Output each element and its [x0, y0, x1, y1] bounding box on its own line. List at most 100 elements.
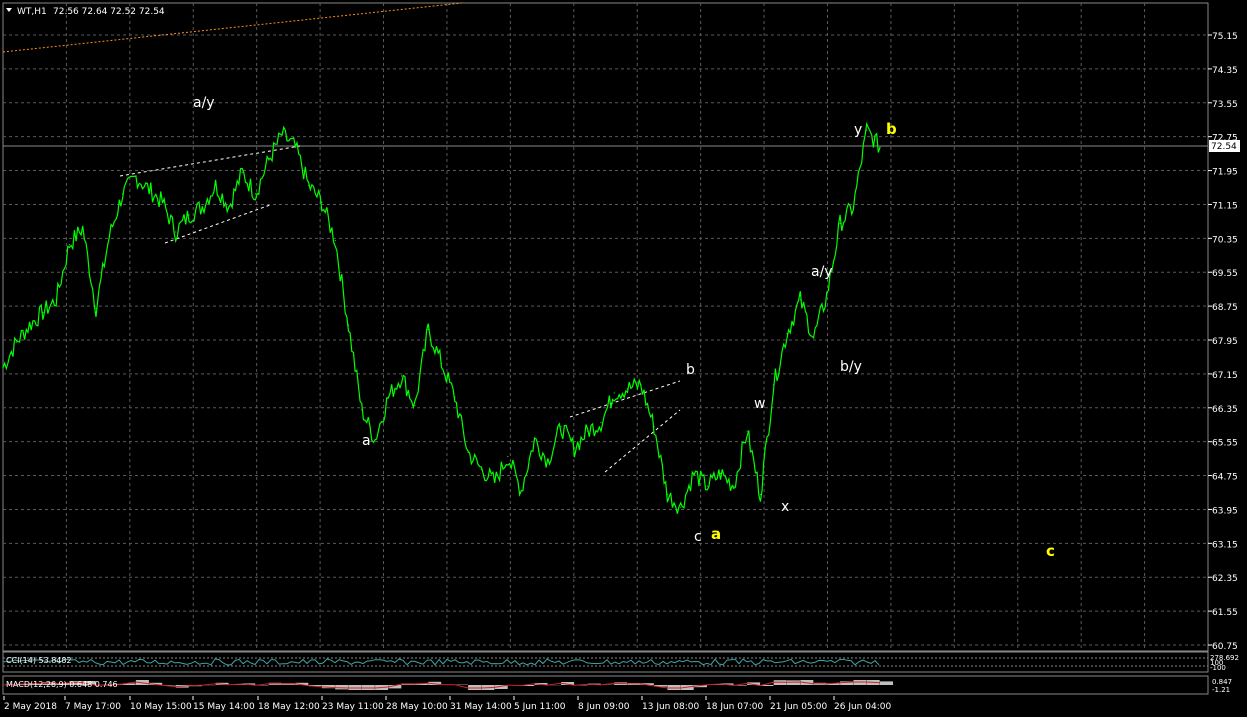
price-point: [161, 201, 164, 203]
price-point: [520, 489, 522, 491]
time-tick-label: 2 May 2018: [4, 702, 57, 712]
price-point: [215, 184, 217, 186]
price-point: [693, 472, 695, 474]
time-tick-label: 7 May 17:00: [65, 702, 121, 712]
price-point: [175, 231, 177, 233]
price-chart[interactable]: WT,H1 72.56 72.64 72.52 72.54 a/y a b c …: [0, 0, 1247, 717]
price-point: [733, 485, 735, 487]
price-point: [467, 451, 469, 453]
time-tick-label: 10 May 15:00: [130, 702, 192, 712]
price-point: [42, 311, 44, 314]
price-point: [122, 193, 124, 195]
price-point: [560, 426, 562, 428]
macd-window: MACD(12,26,9) 0.648 0.746 0.847 -1.21: [2, 675, 1232, 695]
price-point: [454, 396, 456, 398]
price-point: [480, 468, 482, 470]
price-point: [786, 333, 788, 335]
price-tick-label: 63.15: [1212, 540, 1238, 550]
price-point: [813, 337, 815, 339]
wave-label-a-y-2[interactable]: a/y: [811, 264, 833, 280]
price-tick-label: 71.15: [1212, 201, 1238, 211]
price-point: [281, 133, 283, 136]
wave-label-b-1[interactable]: b: [686, 362, 695, 378]
price-point: [321, 201, 323, 203]
price-point: [494, 481, 496, 483]
price-point: [201, 206, 203, 208]
wave-label-a-y-1[interactable]: a/y: [193, 95, 215, 111]
price-point: [29, 324, 31, 326]
price-point: [719, 472, 722, 474]
time-tick-label: 13 Jun 08:00: [642, 702, 699, 712]
price-point: [587, 430, 589, 432]
macd-label: MACD(12,26,9) 0.648 0.746: [6, 680, 118, 689]
price-point: [839, 222, 841, 225]
price-point: [387, 396, 389, 398]
price-point: [879, 146, 881, 148]
price-tick-label: 65.55: [1212, 439, 1238, 449]
price-tick-label: 71.95: [1212, 168, 1238, 178]
time-tick-label: 28 May 10:00: [386, 702, 448, 712]
price-point: [254, 193, 257, 195]
price-point: [573, 447, 576, 449]
chart-background: [0, 0, 1247, 717]
price-point: [866, 129, 868, 131]
time-tick-label: 21 Jun 05:00: [770, 702, 827, 712]
price-point: [799, 299, 801, 301]
time-tick-label: 8 Jun 09:00: [578, 702, 630, 712]
price-tick-label: 60.75: [1212, 642, 1238, 652]
price-tick-label: 73.55: [1212, 100, 1238, 110]
price-tick-label: 75.15: [1212, 32, 1238, 42]
price-point: [852, 206, 855, 208]
price-tick-label: 61.55: [1212, 608, 1238, 618]
price-point: [706, 485, 708, 487]
wave-label-a-1[interactable]: a: [362, 433, 371, 449]
wave-label-a-yellow[interactable]: a: [711, 525, 721, 543]
symbol-label: WT,H1: [17, 7, 47, 17]
price-tick-label: 67.15: [1212, 371, 1238, 381]
wave-label-c-1[interactable]: c: [694, 529, 702, 545]
price-point: [308, 184, 310, 186]
price-point: [95, 307, 97, 309]
price-point: [640, 383, 642, 386]
price-point: [15, 341, 17, 343]
price-point: [427, 328, 429, 330]
price-point: [666, 494, 669, 496]
chart-header: WT,H1 72.56 72.64 72.52 72.54: [6, 7, 165, 17]
wave-label-y[interactable]: y: [854, 122, 862, 138]
price-point: [347, 324, 350, 326]
price-tick-label: 66.35: [1212, 405, 1238, 415]
price-tick-label: 62.35: [1212, 574, 1238, 584]
price-point: [268, 159, 270, 161]
time-tick-label: 18 Jun 07:00: [706, 702, 763, 712]
price-point: [401, 375, 403, 377]
price-point: [626, 388, 629, 390]
price-point: [759, 494, 762, 496]
time-tick-label: 15 May 14:00: [193, 702, 255, 712]
current-price-text: 72.54: [1211, 142, 1237, 152]
price-tick-label: 69.55: [1212, 269, 1238, 279]
wave-label-w[interactable]: w: [754, 396, 765, 412]
price-point: [68, 244, 70, 246]
price-point: [773, 383, 775, 386]
price-point: [148, 189, 150, 191]
price-tick-label: 63.95: [1212, 506, 1238, 516]
price-point: [55, 299, 57, 301]
wave-label-b-yellow[interactable]: b: [886, 120, 897, 138]
price-point: [2, 366, 4, 369]
wave-label-c-yellow[interactable]: c: [1046, 542, 1055, 560]
macd-bar: [880, 681, 893, 685]
current-price-marker: 72.54: [1209, 140, 1240, 152]
price-point: [188, 214, 190, 216]
macd-scale-bottom: -1.21: [1212, 686, 1230, 694]
price-point: [374, 438, 376, 441]
macd-bar: [787, 680, 800, 685]
price-tick-label: 68.75: [1212, 303, 1238, 313]
wave-label-b-y[interactable]: b/y: [840, 359, 862, 375]
price-tick-label: 64.75: [1212, 473, 1238, 483]
price-point: [108, 235, 110, 237]
time-tick-label: 23 May 11:00: [322, 702, 384, 712]
wave-label-x[interactable]: x: [781, 499, 789, 515]
price-point: [826, 294, 828, 297]
price-point: [241, 172, 243, 174]
price-point: [680, 506, 682, 508]
